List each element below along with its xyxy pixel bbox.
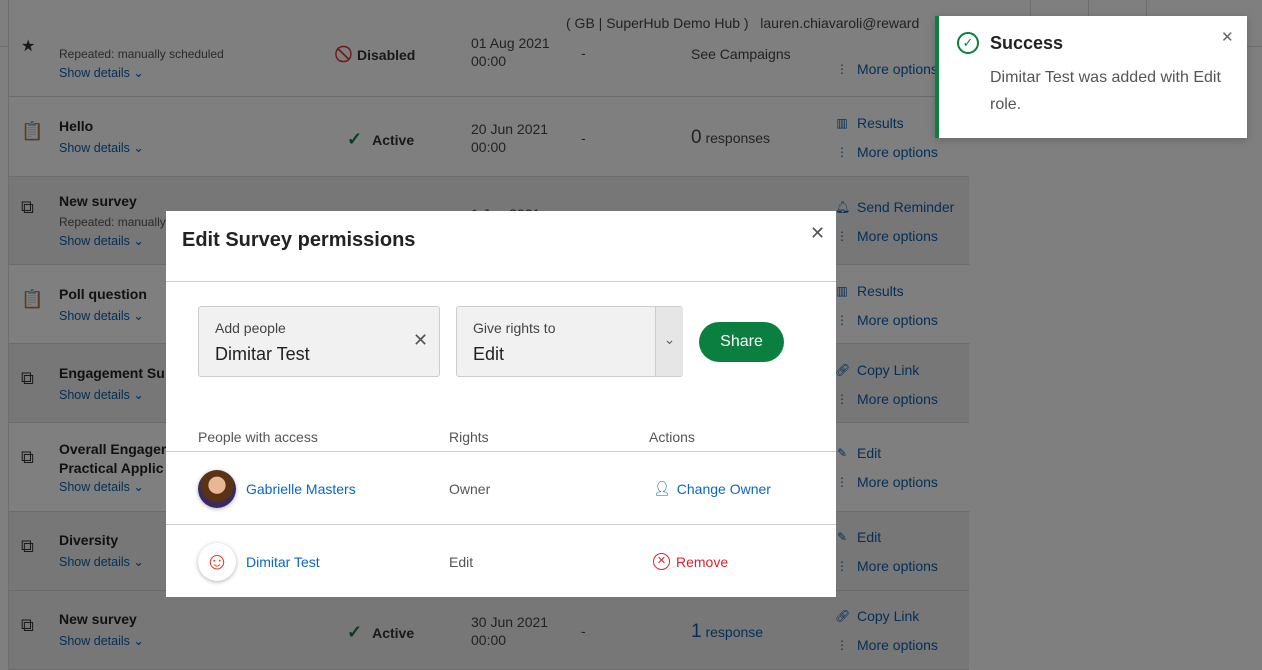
toast-title: Success xyxy=(990,33,1064,53)
column-header: Rights xyxy=(449,429,489,445)
rights-select[interactable]: Give rights to Edit ⌄ xyxy=(456,306,683,377)
person-row: Gabrielle Masters Owner 👤︎ Change Owner xyxy=(166,452,836,525)
edit-permissions-dialog: Edit Survey permissions ✕ Add people Dim… xyxy=(166,211,836,597)
clear-icon[interactable]: ✕ xyxy=(413,330,428,351)
avatar xyxy=(198,470,236,508)
close-icon[interactable]: ✕ xyxy=(810,223,825,244)
avatar: ☺ xyxy=(198,543,236,581)
success-check-icon: ✓ xyxy=(957,32,979,54)
add-people-input[interactable]: Add people Dimitar Test ✕ xyxy=(198,306,440,377)
person-row: ☺ Dimitar Test Edit ✕ Remove xyxy=(166,525,836,598)
hub-label: ( GB | SuperHub Demo Hub ) lauren.chiava… xyxy=(566,15,920,31)
share-button[interactable]: Share xyxy=(699,322,784,362)
change-owner-button[interactable]: 👤︎ Change Owner xyxy=(653,480,771,497)
person-rights: Edit xyxy=(449,554,474,570)
remove-button[interactable]: ✕ Remove xyxy=(653,553,728,570)
person-name-link[interactable]: Gabrielle Masters xyxy=(246,481,356,497)
column-header: Actions xyxy=(649,429,695,445)
close-icon[interactable]: ✕ xyxy=(1221,28,1234,46)
remove-circle-icon: ✕ xyxy=(653,553,670,570)
dialog-title: Edit Survey permissions xyxy=(182,229,416,251)
chevron-down-icon[interactable]: ⌄ xyxy=(655,307,683,376)
person-rights: Owner xyxy=(449,481,491,497)
user-email[interactable]: lauren.chiavaroli@reward xyxy=(760,15,919,31)
user-icon: 👤︎ xyxy=(653,480,671,496)
success-toast: ✓ Success Dimitar Test was added with Ed… xyxy=(935,16,1247,138)
toast-message: Dimitar Test was added with Edit role. xyxy=(990,69,1221,113)
divider xyxy=(166,281,836,282)
person-name-link[interactable]: Dimitar Test xyxy=(246,554,320,570)
column-header: People with access xyxy=(198,429,318,445)
